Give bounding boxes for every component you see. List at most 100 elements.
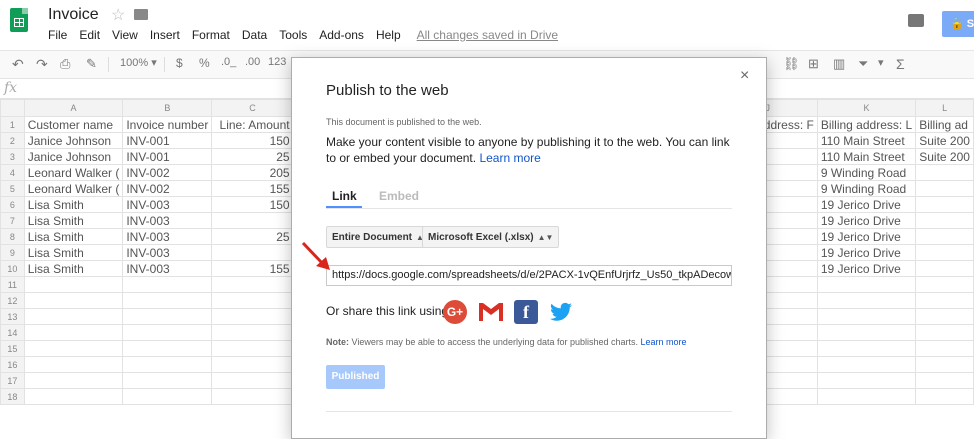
row-header[interactable]: 12 <box>0 292 25 309</box>
cell-a[interactable] <box>23 372 124 389</box>
document-title[interactable]: Invoice <box>48 6 99 24</box>
cell-l[interactable]: Suite 200 <box>915 148 974 165</box>
folder-icon[interactable] <box>134 9 148 20</box>
published-url-field[interactable]: https://docs.google.com/spreadsheets/d/e… <box>326 265 732 286</box>
row-header[interactable]: 18 <box>0 388 25 405</box>
cell-k[interactable]: 19 Jerico Drive <box>816 212 917 229</box>
row-header[interactable]: 14 <box>0 324 25 341</box>
cell-k[interactable]: 19 Jerico Drive <box>816 228 917 245</box>
menu-help[interactable]: Help <box>376 28 401 44</box>
cell-b[interactable]: INV-003 <box>122 228 213 245</box>
cell-c[interactable]: 205 <box>211 164 294 181</box>
row-header[interactable]: 17 <box>0 372 25 389</box>
cell-c[interactable] <box>211 244 294 261</box>
cell-l[interactable]: Suite 200 <box>915 132 974 149</box>
cell-l[interactable] <box>915 196 974 213</box>
cell-b[interactable]: INV-001 <box>122 148 213 165</box>
gmail-icon[interactable] <box>478 301 504 323</box>
menu-file[interactable]: File <box>48 28 67 44</box>
redo-icon[interactable]: ↷ <box>36 56 48 73</box>
cell-c[interactable] <box>211 324 294 341</box>
row-header[interactable]: 2 <box>0 132 25 149</box>
facebook-icon[interactable]: f <box>514 300 538 324</box>
cell-a[interactable] <box>23 388 124 405</box>
cell-a[interactable] <box>23 340 124 357</box>
menu-view[interactable]: View <box>112 28 138 44</box>
cell-b[interactable]: INV-003 <box>122 244 213 261</box>
row-header[interactable]: 7 <box>0 212 25 229</box>
row-header[interactable]: 15 <box>0 340 25 357</box>
cell-c[interactable] <box>211 388 294 405</box>
more-formats-select[interactable]: 123 <box>268 56 286 68</box>
cell-c[interactable]: 150 <box>211 132 294 149</box>
cell-c[interactable] <box>211 292 294 309</box>
learn-more-link[interactable]: Learn more <box>479 151 540 165</box>
cell-c[interactable]: Line: Amount <box>211 116 294 133</box>
note-learn-more-link[interactable]: Learn more <box>641 337 687 347</box>
cell-b[interactable]: INV-003 <box>122 260 213 277</box>
menu-data[interactable]: Data <box>242 28 267 44</box>
undo-icon[interactable]: ↶ <box>12 56 24 73</box>
paint-format-icon[interactable]: ✎ <box>86 56 97 72</box>
menu-edit[interactable]: Edit <box>79 28 100 44</box>
column-header[interactable]: B <box>122 99 213 117</box>
cell-k[interactable] <box>816 324 917 341</box>
cell-l[interactable] <box>915 276 974 293</box>
tab-embed[interactable]: Embed <box>379 189 419 203</box>
cell-a[interactable] <box>23 324 124 341</box>
sheets-logo-icon[interactable] <box>10 8 28 32</box>
row-header[interactable]: 5 <box>0 180 25 197</box>
cell-c[interactable] <box>211 340 294 357</box>
row-header[interactable]: 11 <box>0 276 25 293</box>
cell-b[interactable] <box>122 372 213 389</box>
comments-icon[interactable] <box>908 14 924 27</box>
cell-k[interactable]: 110 Main Street <box>816 132 917 149</box>
cell-a[interactable]: Lisa Smith <box>23 212 124 229</box>
cell-a[interactable]: Lisa Smith <box>23 244 124 261</box>
percent-button[interactable]: % <box>199 56 210 70</box>
comment-add-icon[interactable]: ⊞ <box>808 56 819 72</box>
cell-c[interactable]: 25 <box>211 228 294 245</box>
cell-b[interactable]: INV-003 <box>122 196 213 213</box>
column-header[interactable]: A <box>23 99 124 117</box>
cell-k[interactable] <box>816 292 917 309</box>
row-header[interactable]: 9 <box>0 244 25 261</box>
select-all-corner[interactable] <box>0 99 25 117</box>
cell-b[interactable] <box>122 356 213 373</box>
cell-b[interactable] <box>122 292 213 309</box>
cell-k[interactable]: 9 Winding Road <box>816 180 917 197</box>
link-icon[interactable]: ⛓ <box>783 56 800 72</box>
cell-k[interactable]: 9 Winding Road <box>816 164 917 181</box>
column-header[interactable]: L <box>915 99 974 117</box>
row-header[interactable]: 4 <box>0 164 25 181</box>
cell-l[interactable]: Billing ad <box>915 116 974 133</box>
tab-link[interactable]: Link <box>332 189 357 203</box>
cell-k[interactable] <box>816 340 917 357</box>
cell-b[interactable] <box>122 276 213 293</box>
cell-c[interactable] <box>211 308 294 325</box>
cell-a[interactable]: Lisa Smith <box>23 196 124 213</box>
row-header[interactable]: 13 <box>0 308 25 325</box>
cell-l[interactable] <box>915 212 974 229</box>
cell-k[interactable] <box>816 372 917 389</box>
row-header[interactable]: 16 <box>0 356 25 373</box>
cell-l[interactable] <box>915 388 974 405</box>
filter-dropdown-icon[interactable]: ▾ <box>878 56 884 69</box>
cell-c[interactable] <box>211 356 294 373</box>
cell-b[interactable] <box>122 324 213 341</box>
cell-l[interactable] <box>915 228 974 245</box>
menu-addons[interactable]: Add-ons <box>319 28 364 44</box>
share-button[interactable]: 🔒 S <box>942 11 974 37</box>
cell-k[interactable]: Billing address: L <box>816 116 917 133</box>
menu-tools[interactable]: Tools <box>279 28 307 44</box>
row-header[interactable]: 10 <box>0 260 25 277</box>
cell-l[interactable] <box>915 244 974 261</box>
save-status-link[interactable]: All changes saved in Drive <box>417 28 558 44</box>
cell-b[interactable] <box>122 388 213 405</box>
format-select[interactable]: Microsoft Excel (.xlsx) ▲▼ <box>422 226 560 248</box>
cell-k[interactable]: 110 Main Street <box>816 148 917 165</box>
column-header[interactable]: K <box>816 99 917 117</box>
cell-k[interactable]: 19 Jerico Drive <box>816 244 917 261</box>
cell-c[interactable] <box>211 372 294 389</box>
column-header[interactable]: C <box>211 99 294 117</box>
